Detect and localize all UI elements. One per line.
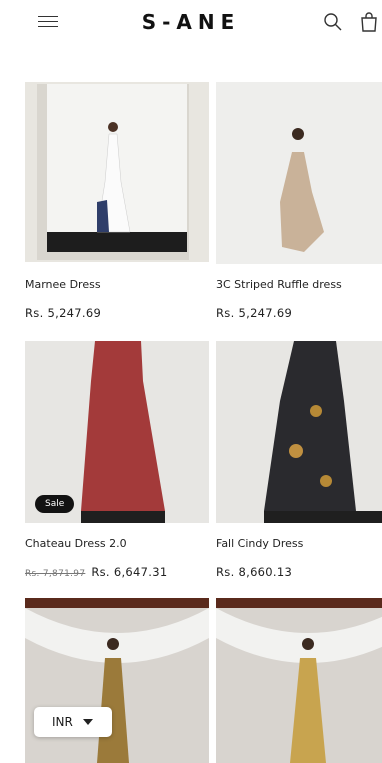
currency-label: INR <box>52 715 73 729</box>
product-card-marnee[interactable]: Marnee Dress Rs. 5,247.69 <box>25 82 209 322</box>
header: S-ANE <box>0 0 382 46</box>
sale-price: Rs. 6,647.31 <box>91 565 168 579</box>
sale-badge: Sale <box>35 495 75 513</box>
product-title[interactable]: Fall Cindy Dress <box>216 537 303 550</box>
chevron-down-icon <box>82 719 93 725</box>
product-card-fall-cindy[interactable]: Fall Cindy Dress Rs. 8,660.13 <box>216 341 382 581</box>
product-card-chateau[interactable]: Sale Chateau Dress 2.0 Rs. 7,871.97 Rs. 6… <box>25 341 209 581</box>
product-title[interactable]: 3C Striped Ruffle dress <box>216 278 342 291</box>
search-icon[interactable] <box>323 12 343 32</box>
product-image[interactable] <box>216 598 382 763</box>
product-price: Rs. 5,247.69 <box>25 306 102 320</box>
product-image[interactable] <box>216 82 382 264</box>
currency-selector[interactable]: INR <box>34 707 112 737</box>
cart-icon[interactable] <box>358 11 380 33</box>
product-title[interactable]: Marnee Dress <box>25 278 101 291</box>
product-image[interactable] <box>216 341 382 523</box>
product-image[interactable] <box>25 82 209 262</box>
product-title[interactable]: Chateau Dress 2.0 <box>25 537 127 550</box>
product-card[interactable] <box>25 598 209 763</box>
product-price-row: Rs. 7,871.97 Rs. 6,647.31 <box>25 565 167 579</box>
product-image[interactable] <box>25 598 209 763</box>
product-card-3c-striped[interactable]: 3C Striped Ruffle dress Rs. 5,247.69 <box>216 82 382 322</box>
product-image[interactable]: Sale <box>25 341 209 523</box>
original-price: Rs. 7,871.97 <box>25 569 86 579</box>
product-price: Rs. 5,247.69 <box>216 306 293 320</box>
product-card[interactable] <box>216 598 382 763</box>
product-price: Rs. 8,660.13 <box>216 565 293 579</box>
